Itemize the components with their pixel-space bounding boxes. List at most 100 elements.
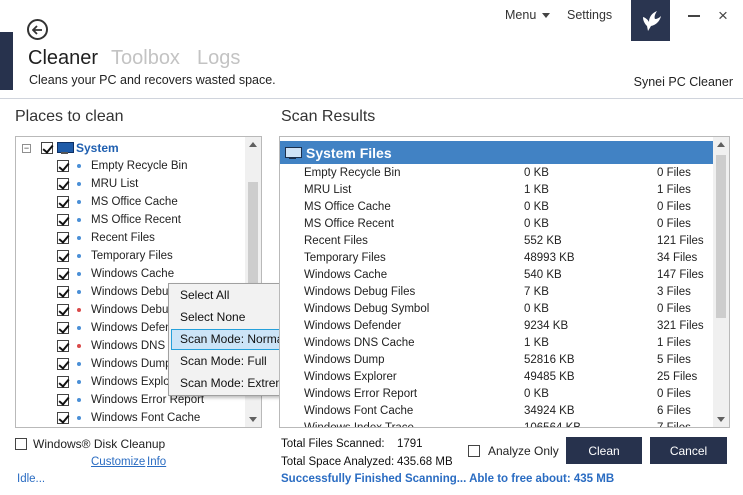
- tree-item-label: MS Office Cache: [91, 196, 178, 208]
- settings-button[interactable]: Settings: [567, 8, 612, 22]
- tree-item-checkbox[interactable]: [57, 304, 69, 316]
- tree-item-checkbox[interactable]: [57, 322, 69, 334]
- result-name-cell: Temporary Files: [304, 252, 386, 264]
- bullet-icon: [77, 416, 81, 420]
- tree-root-label: System: [76, 141, 119, 155]
- tree-item-checkbox[interactable]: [57, 160, 69, 172]
- cancel-button[interactable]: Cancel: [650, 437, 727, 464]
- tab-toolbox[interactable]: Toolbox: [111, 47, 180, 69]
- table-row[interactable]: Windows Explorer 49485 KB 25 Files: [280, 369, 713, 386]
- table-row[interactable]: Recent Files 552 KB 121 Files: [280, 233, 713, 250]
- tree-item-checkbox[interactable]: [57, 358, 69, 370]
- table-row[interactable]: MS Office Cache 0 KB 0 Files: [280, 199, 713, 216]
- scroll-down-icon[interactable]: [717, 417, 725, 422]
- header-accent-bar: [0, 32, 13, 90]
- table-row[interactable]: Windows Cache 540 KB 147 Files: [280, 267, 713, 284]
- total-space-value: 435.68 MB: [397, 456, 453, 468]
- table-row[interactable]: Windows Font Cache 34924 KB 6 Files: [280, 403, 713, 420]
- tree-item-checkbox[interactable]: [57, 178, 69, 190]
- result-name-cell: Windows Cache: [304, 269, 388, 281]
- result-size-cell: 0 KB: [524, 388, 549, 400]
- table-row[interactable]: Windows Defender 9234 KB 321 Files: [280, 318, 713, 335]
- tree-item[interactable]: Empty Recycle Bin: [57, 157, 188, 175]
- scroll-down-icon[interactable]: [249, 417, 257, 422]
- bullet-icon: [77, 398, 81, 402]
- table-row[interactable]: Windows Dump 52816 KB 5 Files: [280, 352, 713, 369]
- menu-button[interactable]: Menu: [505, 8, 551, 22]
- table-row[interactable]: Empty Recycle Bin 0 KB 0 Files: [280, 165, 713, 182]
- table-row[interactable]: Windows Debug Files 7 KB 3 Files: [280, 284, 713, 301]
- bird-logo-icon: [642, 10, 661, 31]
- scroll-up-icon[interactable]: [249, 142, 257, 147]
- table-row[interactable]: MS Office Recent 0 KB 0 Files: [280, 216, 713, 233]
- tree-item[interactable]: Temporary Files: [57, 247, 173, 265]
- tree-item-checkbox[interactable]: [57, 268, 69, 280]
- customize-link[interactable]: Customize: [91, 456, 145, 468]
- table-row[interactable]: Windows DNS Cache 1 KB 1 Files: [280, 335, 713, 352]
- close-icon[interactable]: ×: [718, 7, 728, 24]
- result-name-cell: Windows Explorer: [304, 371, 397, 383]
- result-files-cell: 321 Files: [657, 320, 704, 332]
- tree-item-checkbox[interactable]: [57, 232, 69, 244]
- table-row[interactable]: Windows Debug Symbol 0 KB 0 Files: [280, 301, 713, 318]
- analyze-only-checkbox[interactable]: [468, 445, 480, 457]
- tree-item-label: Windows Cache: [91, 268, 175, 280]
- tree-item[interactable]: MS Office Recent: [57, 211, 181, 229]
- results-scrollbar[interactable]: [713, 137, 729, 427]
- tree-root-system[interactable]: − System: [22, 139, 119, 157]
- tree-item[interactable]: MS Office Cache: [57, 193, 178, 211]
- result-files-cell: 0 Files: [657, 388, 691, 400]
- tree-item-checkbox[interactable]: [57, 412, 69, 424]
- tree-item-checkbox[interactable]: [57, 214, 69, 226]
- tree-item-checkbox[interactable]: [57, 250, 69, 262]
- tree-item[interactable]: Windows Font Cache: [57, 409, 200, 427]
- result-size-cell: 9234 KB: [524, 320, 569, 332]
- tree-item[interactable]: Recent Files: [57, 229, 155, 247]
- result-size-cell: 552 KB: [524, 235, 562, 247]
- disk-cleanup-label: Windows® Disk Cleanup: [33, 437, 166, 451]
- app-name: Synei PC Cleaner: [633, 75, 733, 89]
- tree-item-checkbox[interactable]: [57, 376, 69, 388]
- arrow-left-icon: [32, 24, 42, 35]
- result-name-cell: Empty Recycle Bin: [304, 167, 401, 179]
- tree-item-checkbox[interactable]: [57, 340, 69, 352]
- tree-item[interactable]: Windows Explorer: [57, 373, 184, 391]
- scan-results-panel[interactable]: System Files Empty Recycle Bin 0 KB 0 File…: [279, 136, 730, 428]
- menu-label: Menu: [505, 8, 537, 22]
- table-row[interactable]: Temporary Files 48993 KB 34 Files: [280, 250, 713, 267]
- scroll-up-icon[interactable]: [717, 142, 725, 147]
- result-size-cell: 0 KB: [524, 303, 549, 315]
- bullet-icon: [77, 380, 81, 384]
- tree-item-label: Windows Dump: [91, 358, 172, 370]
- result-size-cell: 48993 KB: [524, 252, 575, 264]
- result-size-cell: 540 KB: [524, 269, 562, 281]
- analyze-only-option[interactable]: Analyze Only: [468, 444, 559, 458]
- info-link[interactable]: Info: [147, 456, 166, 468]
- disk-cleanup-checkbox[interactable]: [15, 438, 27, 450]
- back-button[interactable]: [27, 19, 48, 40]
- result-size-cell: 1 KB: [524, 337, 549, 349]
- table-row[interactable]: Windows Index Trace 106564 KB 7 Files: [280, 420, 713, 427]
- result-name-cell: Windows Defender: [304, 320, 402, 332]
- tab-logs[interactable]: Logs: [197, 47, 240, 69]
- result-name-cell: MS Office Recent: [304, 218, 394, 230]
- results-scroll-thumb[interactable]: [716, 155, 726, 318]
- bullet-icon: [77, 200, 81, 204]
- table-row[interactable]: MRU List 1 KB 1 Files: [280, 182, 713, 199]
- tab-cleaner[interactable]: Cleaner: [28, 47, 98, 69]
- clean-button[interactable]: Clean: [566, 437, 642, 464]
- tree-item[interactable]: MRU List: [57, 175, 138, 193]
- tree-root-checkbox[interactable]: [41, 142, 53, 154]
- tree-item-checkbox[interactable]: [57, 286, 69, 298]
- result-name-cell: Windows Debug Files: [304, 286, 416, 298]
- tree-item[interactable]: Windows Dump: [57, 355, 172, 373]
- minimize-icon[interactable]: [688, 15, 700, 17]
- collapse-icon[interactable]: −: [22, 143, 31, 153]
- tree-item-checkbox[interactable]: [57, 196, 69, 208]
- tree-item[interactable]: Windows Cache: [57, 265, 174, 283]
- disk-cleanup-option[interactable]: Windows® Disk Cleanup: [15, 437, 165, 451]
- tree-item-checkbox[interactable]: [57, 394, 69, 406]
- places-title: Places to clean: [15, 108, 124, 125]
- table-row[interactable]: Windows Error Report 0 KB 0 Files: [280, 386, 713, 403]
- bullet-icon: [77, 326, 81, 330]
